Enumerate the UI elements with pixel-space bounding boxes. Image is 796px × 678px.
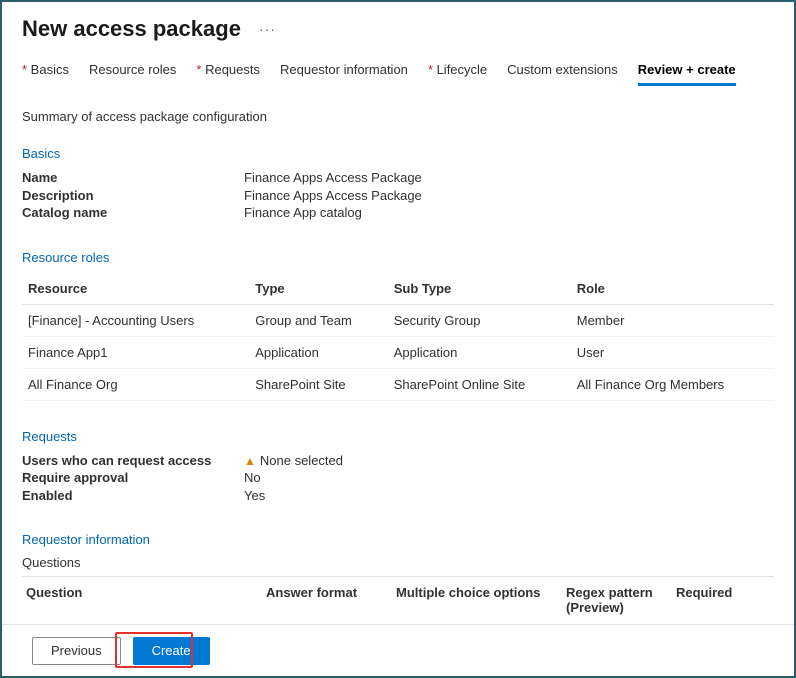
questions-columns: Question Answer format Multiple choice o… [22,579,774,623]
value-approval: No [244,469,261,487]
label-catalog: Catalog name [22,204,244,222]
create-button[interactable]: Create [133,637,210,665]
value-name: Finance Apps Access Package [244,169,422,187]
col-role: Role [571,273,774,305]
header: New access package ··· [22,16,774,42]
tab-review-create[interactable]: Review + create [638,62,736,86]
col-multiple-choice: Multiple choice options [396,585,566,615]
cell-subtype: Application [388,336,571,368]
link-basics[interactable]: Basics [22,146,774,161]
cell-type: Application [249,336,387,368]
more-icon[interactable]: ··· [259,21,276,37]
who-text: None selected [260,453,343,468]
cell-subtype: Security Group [388,304,571,336]
col-required: Required [676,585,770,615]
value-catalog: Finance App catalog [244,204,362,222]
cell-type: Group and Team [249,304,387,336]
warning-icon: ▲ [244,454,256,468]
col-question: Question [26,585,266,615]
tabs-bar: Basics Resource roles Requests Requestor in… [22,62,774,87]
value-description: Finance Apps Access Package [244,187,422,205]
summary-text: Summary of access package configuration [22,109,774,124]
label-approval: Require approval [22,469,244,487]
row-who: Users who can request access ▲ None selec… [22,452,774,470]
col-regex: Regex pattern (Preview) [566,585,676,615]
link-requests[interactable]: Requests [22,429,774,444]
row-enabled: Enabled Yes [22,487,774,505]
table-header-row: Resource Type Sub Type Role [22,273,774,305]
link-requestor-info[interactable]: Requestor information [22,532,774,547]
section-basics: Basics Name Finance Apps Access Package … [22,146,774,222]
table-resource-roles: Resource Type Sub Type Role [Finance] - … [22,273,774,401]
table-row: Finance App1ApplicationApplicationUser [22,336,774,368]
page-frame: New access package ··· Basics Resource ro… [0,0,796,678]
cell-role: All Finance Org Members [571,368,774,400]
link-resource-roles[interactable]: Resource roles [22,250,774,265]
cell-type: SharePoint Site [249,368,387,400]
cell-role: User [571,336,774,368]
cell-resource: All Finance Org [22,368,249,400]
cell-resource: [Finance] - Accounting Users [22,304,249,336]
row-approval: Require approval No [22,469,774,487]
cell-resource: Finance App1 [22,336,249,368]
questions-subhead: Questions [22,555,774,577]
cell-role: Member [571,304,774,336]
section-requests: Requests Users who can request access ▲N… [22,429,774,505]
value-who: ▲ None selected [244,452,343,470]
table-row: [Finance] - Accounting UsersGroup and Te… [22,304,774,336]
row-catalog: Catalog name Finance App catalog [22,204,774,222]
previous-button[interactable]: Previous [32,637,121,665]
tab-resource-roles[interactable]: Resource roles [89,62,176,86]
page-title: New access package [22,16,241,42]
label-name: Name [22,169,244,187]
table-row: All Finance OrgSharePoint SiteSharePoint… [22,368,774,400]
section-resource-roles: Resource roles Resource Type Sub Type Ro… [22,250,774,401]
tab-basics[interactable]: Basics [22,62,69,86]
col-type: Type [249,273,387,305]
tab-requestor-information[interactable]: Requestor information [280,62,408,86]
row-name: Name Finance Apps Access Package [22,169,774,187]
tab-lifecycle[interactable]: Lifecycle [428,62,487,86]
label-enabled: Enabled [22,487,244,505]
row-description: Description Finance Apps Access Package [22,187,774,205]
col-resource: Resource [22,273,249,305]
tab-custom-extensions[interactable]: Custom extensions [507,62,618,86]
footer-bar: Previous Create [2,624,794,676]
label-who: Users who can request access [22,452,244,470]
tab-requests[interactable]: Requests [196,62,260,86]
cell-subtype: SharePoint Online Site [388,368,571,400]
value-enabled: Yes [244,487,265,505]
col-answer-format: Answer format [266,585,396,615]
label-description: Description [22,187,244,205]
table-body: [Finance] - Accounting UsersGroup and Te… [22,304,774,400]
col-subtype: Sub Type [388,273,571,305]
